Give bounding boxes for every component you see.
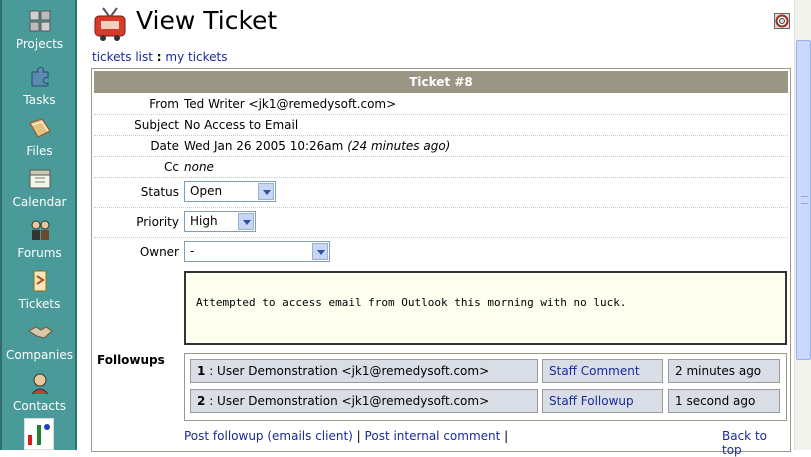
followup-time: 2 minutes ago <box>668 359 780 383</box>
subject-row: Subject No Access to Email <box>94 115 788 136</box>
sidebar-item-label: Files <box>26 144 53 158</box>
owner-row: Owner - <box>94 238 788 268</box>
files-icon <box>28 118 51 138</box>
sidebar-item-tickets[interactable]: Tickets <box>2 268 77 311</box>
sidebar-item-label: Projects <box>15 37 64 51</box>
sidebar-item-forums[interactable]: Forums <box>2 217 77 260</box>
ticket-robot-icon <box>94 7 126 41</box>
from-value: Ted Writer <jk1@remedysoft.com> <box>184 97 397 111</box>
from-row: From Ted Writer <jk1@remedysoft.com> <box>94 94 788 115</box>
tickets-list-link[interactable]: tickets list <box>92 50 153 64</box>
projects-icon <box>29 10 50 32</box>
date-absolute: Wed Jan 26 2005 10:26am <box>184 139 344 153</box>
page-title: View Ticket <box>136 6 278 35</box>
followup-time: 1 second ago <box>668 389 780 413</box>
followup-type-cell: Staff Comment <box>542 359 663 383</box>
sidebar-item-label: Contacts <box>13 399 66 413</box>
followup-author: : User Demonstration <jk1@remedysoft.com… <box>209 364 490 378</box>
sidebar-item-label: Forums <box>17 246 62 260</box>
scrollbar-grip-icon <box>801 196 808 204</box>
priority-select[interactable]: High <box>184 211 256 232</box>
sidebar-item-projects[interactable]: Projects <box>2 8 77 51</box>
logo-icon <box>28 424 50 445</box>
back-to-top-link[interactable]: Back to top <box>722 429 767 457</box>
footer-separator: | <box>504 429 509 443</box>
followup-type-link[interactable]: Staff Followup <box>549 394 634 408</box>
sidebar-item-tasks[interactable]: Tasks <box>2 64 77 107</box>
post-internal-comment-link[interactable]: Post internal comment <box>365 429 501 443</box>
owner-select[interactable]: - <box>184 241 330 262</box>
tickets-icon <box>33 270 46 292</box>
status-row: Status Open <box>94 178 788 208</box>
followup-author-cell: 2 : User Demonstration <jk1@remedysoft.c… <box>190 389 538 413</box>
cc-row: Cc none <box>94 157 788 178</box>
from-label: From <box>149 97 179 111</box>
footer-links: Post followup (emails client) | Post int… <box>184 429 508 443</box>
post-followup-link[interactable]: Post followup (emails client) <box>184 429 353 443</box>
followup-number: 1 <box>197 364 206 378</box>
followups-table: 1 : User Demonstration <jk1@remedysoft.c… <box>184 353 787 421</box>
sidebar-item-files[interactable]: Files <box>2 115 77 158</box>
date-relative: (24 minutes ago) <box>347 139 451 153</box>
priority-row: Priority High <box>94 208 788 238</box>
sidebar-item-label: Calendar <box>12 195 67 209</box>
breadcrumb-separator: : <box>156 50 162 64</box>
main-content: View Ticket tickets list : my tickets Ti… <box>79 0 792 457</box>
footer-separator: | <box>356 429 361 443</box>
owner-select-value: - <box>190 244 195 258</box>
contacts-icon <box>31 373 48 395</box>
followup-author: : User Demonstration <jk1@remedysoft.com… <box>209 394 490 408</box>
chevron-down-icon <box>312 243 328 260</box>
chevron-down-icon <box>238 213 254 230</box>
date-label: Date <box>150 139 179 153</box>
sidebar-item-label: Tasks <box>23 93 56 107</box>
ticket-header: Ticket #8 <box>94 71 788 93</box>
back-to-top: Back to top <box>722 429 790 457</box>
calendar-icon <box>29 169 50 189</box>
forums-icon <box>31 220 49 240</box>
app-logo <box>24 418 54 450</box>
priority-label: Priority <box>136 215 179 229</box>
sidebar-item-label: Tickets <box>18 297 61 311</box>
ticket-description: Attempted to access email from Outlook t… <box>184 271 787 345</box>
date-value: Wed Jan 26 2005 10:26am (24 minutes ago) <box>184 139 450 153</box>
ticket-panel: Ticket #8 From Ted Writer <jk1@remedysof… <box>91 68 791 457</box>
sidebar-item-contacts[interactable]: Contacts <box>2 370 77 413</box>
status-select[interactable]: Open <box>184 181 276 202</box>
cc-label: Cc <box>164 160 179 174</box>
scrollbar-thumb[interactable] <box>796 40 811 360</box>
sidebar-item-label: Companies <box>6 348 73 362</box>
cc-value: none <box>184 160 214 174</box>
date-row: Date Wed Jan 26 2005 10:26am (24 minutes… <box>94 136 788 157</box>
followup-number: 2 <box>197 394 206 408</box>
followups-label: Followups <box>97 353 165 367</box>
handshake-icon <box>27 326 53 339</box>
chevron-down-icon <box>258 183 274 200</box>
vertical-scrollbar[interactable] <box>794 0 811 450</box>
subject-value: No Access to Email <box>184 118 299 132</box>
sidebar-item-companies[interactable]: Companies <box>2 319 77 362</box>
followup-type-cell: Staff Followup <box>542 389 663 413</box>
sidebar-item-calendar[interactable]: Calendar <box>2 166 77 209</box>
followup-author-cell: 1 : User Demonstration <jk1@remedysoft.c… <box>190 359 538 383</box>
subject-label: Subject <box>134 118 179 132</box>
priority-select-value: High <box>190 214 218 228</box>
status-label: Status <box>140 185 179 199</box>
owner-label: Owner <box>139 245 179 259</box>
breadcrumb: tickets list : my tickets <box>92 50 228 64</box>
puzzle-icon <box>31 66 48 87</box>
followup-type-link[interactable]: Staff Comment <box>549 364 640 378</box>
my-tickets-link[interactable]: my tickets <box>165 50 227 64</box>
help-lifebuoy-icon[interactable] <box>774 13 790 29</box>
status-select-value: Open <box>190 184 223 198</box>
sidebar: Projects Tasks Files Calendar Forums Tic… <box>0 0 77 450</box>
